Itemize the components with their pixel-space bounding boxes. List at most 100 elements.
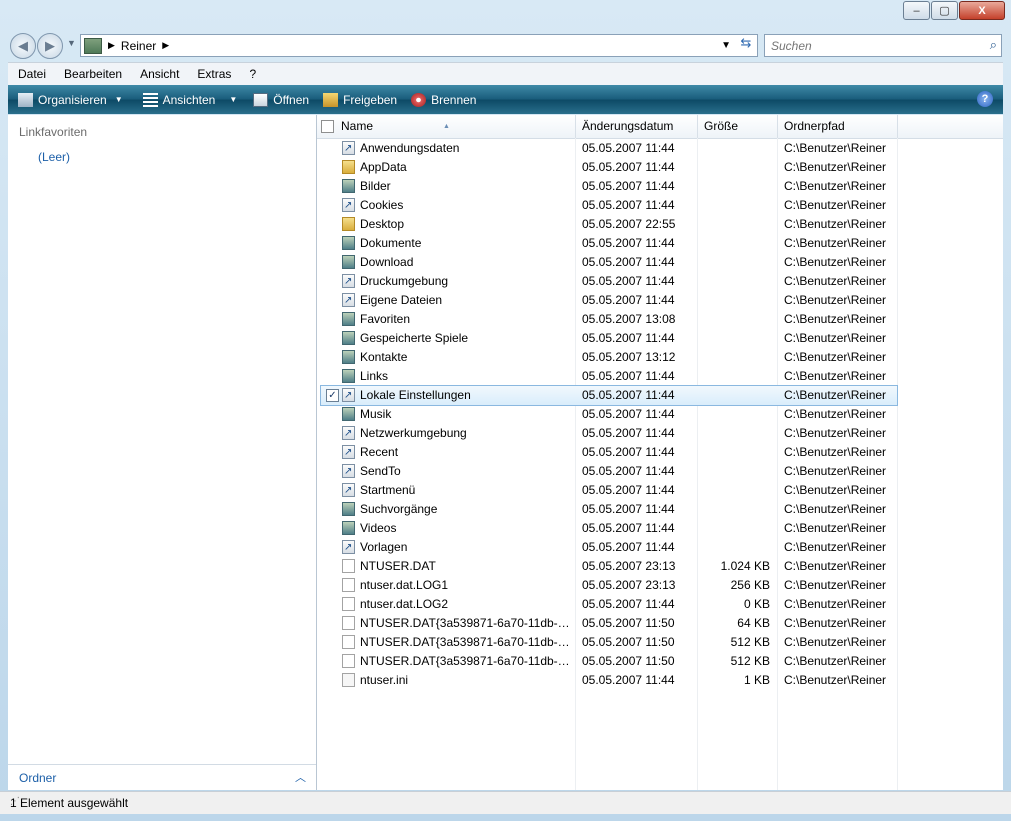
link-favorites-heading: Linkfavoriten	[19, 125, 88, 139]
recent-pages-dropdown[interactable]: ▼	[67, 38, 76, 48]
special-folder-icon	[342, 179, 355, 193]
open-button[interactable]: Öffnen	[253, 92, 309, 107]
column-path-label: Ordnerpfad	[784, 119, 845, 133]
file-icon	[342, 578, 355, 592]
file-row[interactable]: Druckumgebung 05.05.2007 11:44 C:\Benutzer…	[317, 272, 1003, 291]
special-folder-icon	[342, 236, 355, 250]
file-name: NTUSER.DAT{3a539871-6a70-11db-88...	[360, 635, 572, 649]
file-row[interactable]: Links 05.05.2007 11:44 C:\Benutzer\Reiner	[317, 367, 1003, 386]
forward-button[interactable]: ▶	[37, 33, 63, 59]
file-size: 256 KB	[730, 578, 770, 592]
address-row: ◀ ▶ ▼ ▶ Reiner ▶ ▼ ⇆ ⌕	[8, 31, 1005, 59]
close-button[interactable]: X	[959, 1, 1005, 20]
file-row[interactable]: Startmenü 05.05.2007 11:44 C:\Benutzer\Rei…	[317, 481, 1003, 500]
organize-label: Organisieren	[38, 92, 107, 107]
resize-grip-icon[interactable]: ⋰	[10, 796, 1005, 807]
file-size: 0 KB	[743, 597, 770, 611]
column-date[interactable]: Änderungsdatum	[576, 115, 698, 138]
file-row[interactable]: Dokumente 05.05.2007 11:44 C:\Benutzer\Rei…	[317, 234, 1003, 253]
menu-bearbeiten[interactable]: Bearbeiten	[54, 67, 130, 81]
file-row[interactable]: ntuser.ini 05.05.2007 11:44 1 KB C:\Benutze…	[317, 671, 1003, 690]
views-label: Ansichten	[162, 92, 216, 107]
select-all-checkbox[interactable]	[321, 120, 334, 133]
file-row[interactable]: NTUSER.DAT 05.05.2007 23:13 1.024 KB C:\Ben…	[317, 557, 1003, 576]
search-box[interactable]: ⌕	[764, 34, 1002, 57]
file-row[interactable]: NTUSER.DAT{3a539871-6a70-11db-88... 05.05…	[317, 633, 1003, 652]
row-checkbox[interactable]: ✓	[326, 389, 339, 402]
file-name: Favoriten	[360, 312, 411, 326]
file-row[interactable]: SendTo 05.05.2007 11:44 C:\Benutzer\Reiner	[317, 462, 1003, 481]
file-size: 1.024 KB	[720, 559, 770, 573]
burn-button[interactable]: Brennen	[411, 92, 477, 107]
file-row[interactable]: Bilder 05.05.2007 11:44 C:\Benutzer\Reiner	[317, 177, 1003, 196]
file-date: 05.05.2007 11:44	[582, 255, 675, 269]
breadcrumb-separator-icon[interactable]: ▶	[108, 40, 115, 51]
back-button[interactable]: ◀	[10, 33, 36, 59]
column-path[interactable]: Ordnerpfad	[778, 115, 898, 138]
minimize-button[interactable]: –	[903, 1, 930, 20]
share-button[interactable]: Freigeben	[323, 92, 397, 107]
file-name: ntuser.dat.LOG2	[360, 597, 449, 611]
organize-button[interactable]: Organisieren ▼	[18, 92, 123, 107]
file-row[interactable]: ntuser.dat.LOG1 05.05.2007 23:13 256 KB C:\…	[317, 576, 1003, 595]
file-date: 05.05.2007 11:44	[582, 141, 675, 155]
views-button[interactable]: Ansichten ▼	[142, 92, 237, 107]
burn-label: Brennen	[431, 92, 477, 107]
file-row[interactable]: Eigene Dateien 05.05.2007 11:44 C:\Benutze…	[317, 291, 1003, 310]
user-folder-icon	[84, 37, 102, 54]
column-size[interactable]: Größe	[698, 115, 778, 138]
file-row[interactable]: Favoriten 05.05.2007 13:08 C:\Benutzer\Rei…	[317, 310, 1003, 329]
file-date: 05.05.2007 11:50	[582, 654, 675, 668]
special-folder-icon	[342, 331, 355, 345]
file-row[interactable]: Musik 05.05.2007 11:44 C:\Benutzer\Reiner	[317, 405, 1003, 424]
file-row[interactable]: Videos 05.05.2007 11:44 C:\Benutzer\Reiner	[317, 519, 1003, 538]
file-name: Links	[360, 369, 389, 383]
file-date: 05.05.2007 11:44	[582, 483, 675, 497]
refresh-icon[interactable]: ⇆	[736, 35, 756, 55]
menu-extras[interactable]: Extras	[187, 67, 239, 81]
file-path: C:\Benutzer\Reiner	[784, 483, 887, 497]
views-icon	[142, 92, 158, 107]
breadcrumb-reiner[interactable]: Reiner	[121, 39, 156, 53]
folders-toggle[interactable]: Ordner ︿	[8, 764, 316, 790]
column-name[interactable]: ▲ Name	[317, 115, 576, 138]
file-name: Download	[360, 255, 414, 269]
file-name: Eigene Dateien	[360, 293, 443, 307]
file-row[interactable]: NTUSER.DAT{3a539871-6a70-11db-88... 05.05…	[317, 652, 1003, 671]
file-row[interactable]: ✓ Lokale Einstellungen 05.05.2007 11:44 C:\…	[320, 385, 898, 406]
file-row[interactable]: Cookies 05.05.2007 11:44 C:\Benutzer\Reine…	[317, 196, 1003, 215]
menu-help[interactable]: ?	[239, 67, 264, 81]
burn-disc-icon	[411, 92, 427, 107]
file-date: 05.05.2007 11:44	[582, 540, 675, 554]
file-path: C:\Benutzer\Reiner	[784, 578, 887, 592]
file-row[interactable]: ntuser.dat.LOG2 05.05.2007 11:44 0 KB C:\Be…	[317, 595, 1003, 614]
file-row[interactable]: Vorlagen 05.05.2007 11:44 C:\Benutzer\Rein…	[317, 538, 1003, 557]
file-row[interactable]: Recent 05.05.2007 11:44 C:\Benutzer\Reiner	[317, 443, 1003, 462]
address-dropdown-icon[interactable]: ▼	[721, 40, 731, 51]
breadcrumb-separator-icon[interactable]: ▶	[162, 40, 169, 51]
file-row[interactable]: Download 05.05.2007 11:44 C:\Benutzer\Rein…	[317, 253, 1003, 272]
file-row[interactable]: Gespeicherte Spiele 05.05.2007 11:44 C:\Be…	[317, 329, 1003, 348]
menu-datei[interactable]: Datei	[8, 67, 54, 81]
file-date: 05.05.2007 11:44	[582, 179, 675, 193]
file-row[interactable]: Desktop 05.05.2007 22:55 C:\Benutzer\Reine…	[317, 215, 1003, 234]
file-row[interactable]: NTUSER.DAT{3a539871-6a70-11db-88... 05.05…	[317, 614, 1003, 633]
menu-ansicht[interactable]: Ansicht	[130, 67, 187, 81]
file-row[interactable]: Netzwerkumgebung 05.05.2007 11:44 C:\Benut…	[317, 424, 1003, 443]
file-row[interactable]: Kontakte 05.05.2007 13:12 C:\Benutzer\Rein…	[317, 348, 1003, 367]
file-icon	[342, 559, 355, 573]
file-row[interactable]: Suchvorgänge 05.05.2007 11:44 C:\Benutzer\…	[317, 500, 1003, 519]
address-bar[interactable]: ▶ Reiner ▶ ▼	[80, 34, 758, 57]
special-folder-icon	[342, 350, 355, 364]
file-row[interactable]: Anwendungsdaten 05.05.2007 11:44 C:\Benutz…	[317, 139, 1003, 158]
file-path: C:\Benutzer\Reiner	[784, 388, 887, 402]
search-icon[interactable]: ⌕	[990, 37, 997, 53]
file-path: C:\Benutzer\Reiner	[784, 179, 887, 193]
file-name: Musik	[360, 407, 392, 421]
search-input[interactable]	[769, 36, 973, 56]
file-row[interactable]: AppData 05.05.2007 11:44 C:\Benutzer\Reine…	[317, 158, 1003, 177]
help-icon[interactable]: ?	[977, 91, 993, 107]
file-size: 64 KB	[737, 616, 770, 630]
file-name: Lokale Einstellungen	[360, 388, 471, 402]
maximize-button[interactable]: ▢	[931, 1, 958, 20]
